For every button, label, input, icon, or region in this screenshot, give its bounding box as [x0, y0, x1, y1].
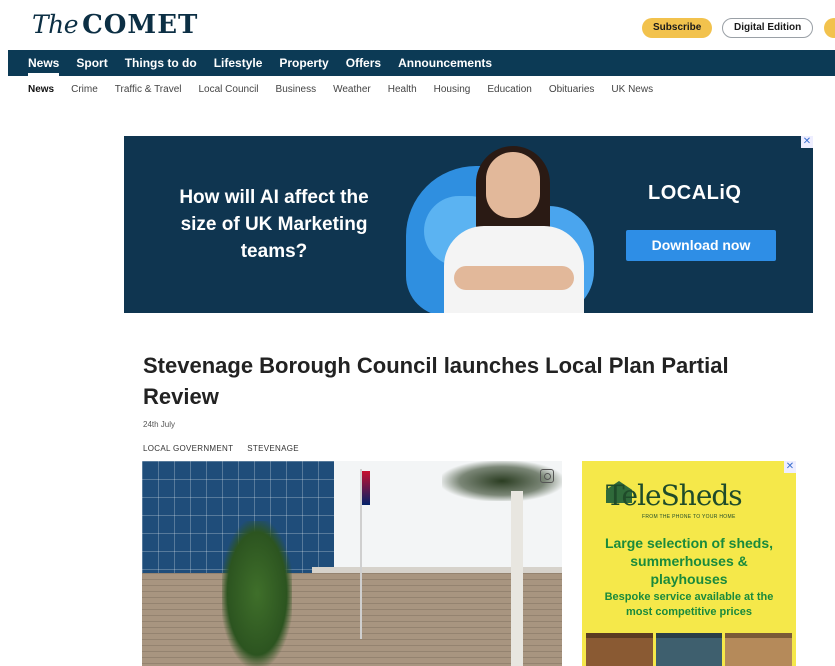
sub-nav-education[interactable]: Education: [487, 84, 531, 95]
expand-image-icon[interactable]: [540, 469, 554, 483]
image-birch-trunk: [511, 491, 523, 666]
article-image[interactable]: [142, 461, 562, 666]
site-header: The COMET Subscribe Digital Edition: [0, 0, 835, 50]
sidebar-ad-subtext: Bespoke service available at the most co…: [604, 591, 774, 618]
sub-nav-uk-news[interactable]: UK News: [611, 84, 653, 95]
sub-nav-crime[interactable]: Crime: [71, 84, 98, 95]
ad-person-arms: [454, 266, 574, 290]
tag-stevenage[interactable]: STEVENAGE: [247, 444, 299, 453]
ad-person-face: [486, 152, 540, 218]
sidebar-ad-logo: TeleSheds: [606, 479, 743, 512]
main-nav-lifestyle[interactable]: Lifestyle: [214, 50, 263, 76]
logo-the: The: [32, 10, 79, 39]
sub-nav-news[interactable]: News: [28, 84, 54, 95]
sub-nav-obituaries[interactable]: Obituaries: [549, 84, 595, 95]
shed-photo: [725, 633, 793, 666]
digital-edition-button[interactable]: Digital Edition: [722, 18, 814, 38]
ad-banner[interactable]: ✕ How will AI affect the size of UK Mark…: [124, 136, 813, 313]
ad-headline: How will AI affect the size of UK Market…: [179, 187, 369, 262]
article-tags: LOCAL GOVERNMENT STEVENAGE: [143, 444, 299, 453]
ad-brand-logo: LOCALiQ: [648, 182, 742, 204]
sub-nav-weather[interactable]: Weather: [333, 84, 371, 95]
main-nav-offers[interactable]: Offers: [346, 50, 381, 76]
main-nav: News Sport Things to do Lifestyle Proper…: [8, 50, 835, 76]
image-brick-texture: [142, 573, 562, 666]
article-headline: Stevenage Borough Council launches Local…: [143, 353, 729, 409]
sidebar-ad-headline: Large selection of sheds, summerhouses &…: [604, 535, 774, 587]
sub-nav-traffic-travel[interactable]: Traffic & Travel: [115, 84, 182, 95]
main-nav-announcements[interactable]: Announcements: [398, 50, 492, 76]
sidebar-ad-close-icon[interactable]: ✕: [784, 461, 796, 473]
image-flag: [362, 471, 370, 505]
main-nav-news[interactable]: News: [28, 50, 60, 76]
tag-local-government[interactable]: LOCAL GOVERNMENT: [143, 444, 233, 453]
ad-close-icon[interactable]: ✕: [801, 136, 813, 148]
sub-nav-local-council[interactable]: Local Council: [198, 84, 258, 95]
sidebar-ad[interactable]: ✕ TeleSheds FROM THE PHONE TO YOUR HOME …: [582, 461, 796, 666]
site-logo[interactable]: The COMET: [32, 10, 198, 40]
main-nav-things-to-do[interactable]: Things to do: [125, 50, 197, 76]
ad-download-button[interactable]: Download now: [626, 230, 776, 261]
shed-photo: [655, 633, 723, 666]
subscribe-button[interactable]: Subscribe: [642, 18, 713, 38]
image-tree: [222, 521, 292, 666]
sub-nav: News Crime Traffic & Travel Local Counci…: [28, 80, 670, 98]
shed-photo: [586, 633, 653, 666]
main-nav-property[interactable]: Property: [279, 50, 328, 76]
sidebar-ad-shed-photos: [586, 633, 793, 666]
account-button[interactable]: [824, 18, 835, 38]
sub-nav-health[interactable]: Health: [388, 84, 417, 95]
article-date: 24th July: [143, 420, 176, 429]
sidebar-ad-tagline: FROM THE PHONE TO YOUR HOME: [642, 514, 736, 520]
sub-nav-housing[interactable]: Housing: [434, 84, 471, 95]
logo-name: COMET: [82, 10, 199, 40]
main-nav-sport[interactable]: Sport: [76, 50, 107, 76]
sub-nav-business[interactable]: Business: [276, 84, 317, 95]
